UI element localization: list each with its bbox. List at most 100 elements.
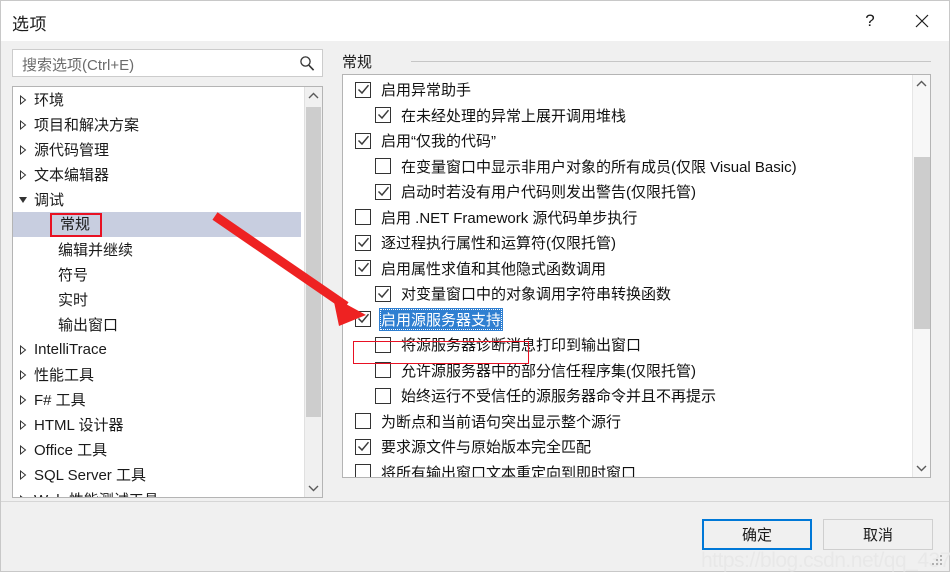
chevron-right-icon[interactable]	[13, 444, 33, 455]
option-label: 逐过程执行属性和运算符(仅限托管)	[381, 235, 616, 253]
checkbox-unchecked-icon[interactable]	[355, 464, 371, 477]
chevron-right-icon[interactable]	[13, 494, 33, 497]
checkbox-checked-icon[interactable]	[375, 285, 391, 302]
option-label: 要求源文件与原始版本完全匹配	[381, 439, 592, 457]
chevron-right-icon[interactable]	[13, 394, 33, 405]
chevron-right-icon[interactable]	[13, 369, 33, 380]
tree-item[interactable]: 编辑并继续	[13, 237, 303, 262]
option-row[interactable]: 在变量窗口中显示非用户对象的所有成员(仅限 Visual Basic)	[343, 154, 911, 180]
option-row[interactable]: 允许源服务器中的部分信任程序集(仅限托管)	[343, 358, 911, 384]
tree-scroll-up-icon[interactable]	[305, 87, 322, 105]
option-row[interactable]: 在未经处理的异常上展开调用堆栈	[343, 103, 911, 129]
tree-item[interactable]: 调试	[13, 187, 303, 212]
options-list-panel[interactable]: 启用异常助手在未经处理的异常上展开调用堆栈启用“仅我的代码” 在变量窗口中显示非用…	[342, 74, 931, 478]
cancel-button[interactable]: 取消	[823, 519, 933, 550]
tree-item-label: 常规	[50, 212, 103, 237]
close-icon[interactable]	[899, 1, 945, 41]
option-row[interactable]: 将所有输出窗口文本重定向到即时窗口	[343, 460, 911, 478]
page-title: 常规	[342, 54, 373, 71]
category-tree[interactable]: 环境项目和解决方案 源代码管理 文本编辑器 调试 常规编辑并继续符号 实时 输出窗口 Inte…	[12, 86, 323, 498]
options-scrollbar[interactable]	[912, 75, 930, 477]
option-row[interactable]: 启用 .NET Framework 源代码单步执行	[343, 205, 911, 231]
option-row[interactable]: 要求源文件与原始版本完全匹配	[343, 434, 911, 460]
tree-item[interactable]: 文本编辑器	[13, 162, 303, 187]
option-label: 启用异常助手	[381, 82, 472, 100]
resize-grip-icon[interactable]	[932, 555, 944, 567]
checkbox-unchecked-icon[interactable]	[375, 362, 391, 379]
chevron-right-icon[interactable]	[13, 169, 33, 180]
checkbox-checked-icon[interactable]	[355, 81, 371, 98]
search-icon[interactable]	[298, 54, 316, 72]
option-label: 启动时若没有用户代码则发出警告(仅限托管)	[401, 184, 696, 202]
search-input[interactable]: 搜索选项(Ctrl+E)	[12, 49, 323, 77]
checkbox-checked-icon[interactable]	[355, 132, 371, 149]
tree-item[interactable]: 环境	[13, 87, 303, 112]
tree-item[interactable]: 项目和解决方案	[13, 112, 303, 137]
chevron-right-icon[interactable]	[13, 419, 33, 430]
checkbox-unchecked-icon[interactable]	[355, 209, 371, 226]
tree-scroll-down-icon[interactable]	[305, 479, 322, 497]
option-row[interactable]: 为断点和当前语句突出显示整个源行	[343, 409, 911, 435]
tree-item[interactable]: SQL Server 工具	[13, 462, 303, 487]
option-label: 对变量窗口中的对象调用字符串转换函数	[401, 286, 672, 304]
checkbox-checked-icon[interactable]	[355, 311, 371, 328]
tree-item-label: IntelliTrace	[34, 341, 107, 358]
option-row[interactable]: 对变量窗口中的对象调用字符串转换函数	[343, 281, 911, 307]
chevron-right-icon[interactable]	[13, 469, 33, 480]
tree-item-label: 环境	[34, 92, 65, 109]
checkbox-unchecked-icon[interactable]	[375, 336, 391, 353]
options-dialog: 选项 ? 搜索选项(Ctrl+E) 环境 项目和解决方案 源代码管理 文本编辑器 调试常…	[0, 0, 950, 572]
option-row[interactable]: 始终运行不受信任的源服务器命令并且不再提示	[343, 383, 911, 409]
checkbox-unchecked-icon[interactable]	[375, 158, 391, 175]
tree-item[interactable]: 常规	[13, 212, 301, 237]
tree-item[interactable]: HTML 设计器	[13, 412, 303, 437]
tree-item[interactable]: Web 性能测试工具	[13, 487, 303, 497]
tree-item-label: 编辑并继续	[58, 242, 134, 259]
checkbox-unchecked-icon[interactable]	[355, 413, 371, 430]
option-row[interactable]: 启动时若没有用户代码则发出警告(仅限托管)	[343, 179, 911, 205]
option-row[interactable]: 启用“仅我的代码”	[343, 128, 911, 154]
chevron-right-icon[interactable]	[13, 94, 33, 105]
ok-button[interactable]: 确定	[702, 519, 812, 550]
option-row[interactable]: 启用属性求值和其他隐式函数调用	[343, 256, 911, 282]
option-label: 启用“仅我的代码”	[381, 133, 496, 151]
tree-item[interactable]: 源代码管理	[13, 137, 303, 162]
tree-item[interactable]: 输出窗口	[13, 312, 303, 337]
window-title: 选项	[12, 15, 47, 34]
option-row[interactable]: 将源服务器诊断消息打印到输出窗口	[343, 332, 911, 358]
tree-item[interactable]: 实时	[13, 287, 303, 312]
option-row[interactable]: 逐过程执行属性和运算符(仅限托管)	[343, 230, 911, 256]
tree-item[interactable]: 性能工具	[13, 362, 303, 387]
tree-scrollbar-thumb[interactable]	[306, 107, 321, 417]
help-icon[interactable]: ?	[847, 1, 893, 41]
tree-item-label: Web 性能测试工具	[33, 489, 159, 497]
chevron-down-icon[interactable]	[13, 195, 33, 205]
option-label: 在未经处理的异常上展开调用堆栈	[401, 107, 627, 125]
option-row[interactable]: 启用源服务器支持	[343, 307, 911, 333]
tree-item-label: F# 工具	[34, 392, 86, 409]
checkbox-unchecked-icon[interactable]	[375, 387, 391, 404]
tree-item[interactable]: Office 工具	[13, 437, 303, 462]
chevron-right-icon[interactable]	[13, 344, 33, 355]
tree-item[interactable]: 符号	[13, 262, 303, 287]
footer-divider	[1, 501, 949, 502]
checkbox-checked-icon[interactable]	[375, 183, 391, 200]
option-label: 将所有输出窗口文本重定向到即时窗口	[381, 464, 637, 478]
checkbox-checked-icon[interactable]	[375, 107, 391, 124]
tree-scrollbar[interactable]	[304, 87, 322, 497]
chevron-right-icon[interactable]	[13, 144, 33, 155]
checkbox-checked-icon[interactable]	[355, 438, 371, 455]
checkbox-checked-icon[interactable]	[355, 260, 371, 277]
checkbox-checked-icon[interactable]	[355, 234, 371, 251]
tree-item[interactable]: IntelliTrace	[13, 337, 303, 362]
dialog-body: 搜索选项(Ctrl+E) 环境 项目和解决方案 源代码管理 文本编辑器 调试 常规 编辑并继…	[1, 41, 950, 572]
options-scroll-down-icon[interactable]	[913, 459, 930, 477]
options-scroll-up-icon[interactable]	[913, 75, 930, 93]
option-label: 始终运行不受信任的源服务器命令并且不再提示	[401, 388, 717, 406]
option-row[interactable]: 启用异常助手	[343, 77, 911, 103]
option-label: 将源服务器诊断消息打印到输出窗口	[401, 337, 642, 355]
chevron-right-icon[interactable]	[13, 119, 33, 130]
title-bar: 选项 ?	[1, 1, 949, 41]
tree-item[interactable]: F# 工具	[13, 387, 303, 412]
options-scrollbar-thumb[interactable]	[914, 157, 930, 329]
